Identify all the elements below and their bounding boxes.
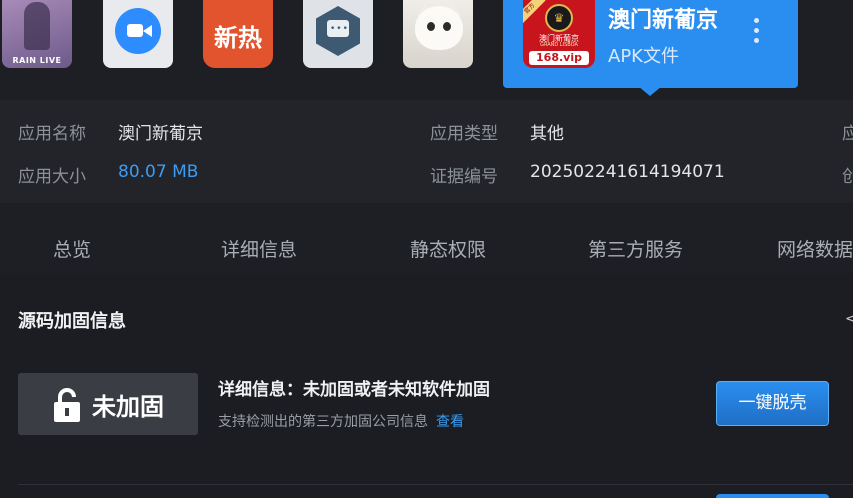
view-link[interactable]: 查看 xyxy=(436,414,464,430)
selected-app-title: 澳门新葡京 xyxy=(608,8,719,33)
icon-app-name-en: GRAND LISBOA xyxy=(540,42,578,48)
camera-body-icon xyxy=(127,24,143,37)
tab-bar: 总览 详细信息 静态权限 第三方服务 网络数据 xyxy=(0,203,853,273)
official-badge: 官方 xyxy=(523,0,546,25)
detail-subtitle-text: 支持检测出的第三方加固公司信息 xyxy=(218,414,428,430)
divider xyxy=(18,484,853,485)
card-pointer-arrow xyxy=(638,86,662,96)
selected-app-icon: 官方 ♛ 澳门新葡京 GRAND LISBOA 168.vip xyxy=(523,0,595,68)
news-hot-label: 新热 xyxy=(214,24,262,52)
chat-dots: ••• xyxy=(330,24,349,34)
more-menu-icon[interactable] xyxy=(749,18,763,48)
section-title: 源码加固信息 xyxy=(18,311,126,332)
chat-app-icon[interactable]: ••• xyxy=(303,0,373,68)
app-info-panel: 应用名称 澳门新葡京 应用类型 其他 应 应用大小 80.07 MB 证据编号 … xyxy=(0,100,853,203)
selected-app-subtitle: APK文件 xyxy=(608,46,679,67)
figure-graphic xyxy=(24,2,50,50)
evidence-number-label: 证据编号 xyxy=(430,167,498,187)
cat-app-icon[interactable] xyxy=(403,0,473,68)
hardening-status-badge: 未加固 xyxy=(18,373,198,435)
cat-face-icon xyxy=(415,6,463,50)
app-size-value: 80.07 MB xyxy=(118,162,199,182)
tab-overview[interactable]: 总览 xyxy=(53,235,91,262)
hardening-detail-subtitle: 支持检测出的第三方加固公司信息 查看 xyxy=(218,411,464,431)
right-edge-label: 创 xyxy=(842,167,853,187)
icon-url-text: 168.vip xyxy=(529,51,589,65)
source-hardening-section: 源码加固信息 < 未加固 详细信息：未加固或者未知软件加固 支持检测出的第三方加… xyxy=(0,273,853,498)
hardening-status-text: 未加固 xyxy=(92,393,164,421)
rain-live-label: RAIN LIVE xyxy=(12,56,62,65)
hardening-detail-title: 详细信息：未加固或者未知软件加固 xyxy=(218,380,490,400)
tab-details[interactable]: 详细信息 xyxy=(221,235,297,262)
news-hot-app-icon[interactable]: 新热 xyxy=(203,0,273,68)
app-type-label: 应用类型 xyxy=(430,124,498,144)
tab-network-data[interactable]: 网络数据 xyxy=(777,235,853,262)
evidence-number-value: 202502241614194071 xyxy=(530,162,725,182)
app-name-label: 应用名称 xyxy=(18,124,86,144)
collapse-chevron-icon[interactable]: < xyxy=(845,311,853,327)
tab-third-party-services[interactable]: 第三方服务 xyxy=(588,235,683,262)
casino-medal-icon: ♛ xyxy=(545,4,573,32)
app-name-value: 澳门新葡京 xyxy=(118,124,203,144)
selected-app-card[interactable]: 官方 ♛ 澳门新葡京 GRAND LISBOA 168.vip 澳门新葡京 AP… xyxy=(503,0,798,88)
next-button-edge[interactable] xyxy=(716,494,829,498)
camera-lens-icon xyxy=(143,25,152,37)
unpack-shell-button[interactable]: 一键脱壳 xyxy=(716,381,829,426)
unlock-icon xyxy=(52,388,82,422)
app-type-value: 其他 xyxy=(530,124,564,144)
cat-eye-icon xyxy=(443,22,451,31)
app-size-label: 应用大小 xyxy=(18,167,86,187)
right-edge-label: 应 xyxy=(842,124,853,144)
video-call-app-icon[interactable] xyxy=(103,0,173,68)
rain-live-app-icon[interactable]: RAIN LIVE xyxy=(2,0,72,68)
tab-static-permissions[interactable]: 静态权限 xyxy=(410,235,486,262)
cat-eye-icon xyxy=(427,22,435,31)
